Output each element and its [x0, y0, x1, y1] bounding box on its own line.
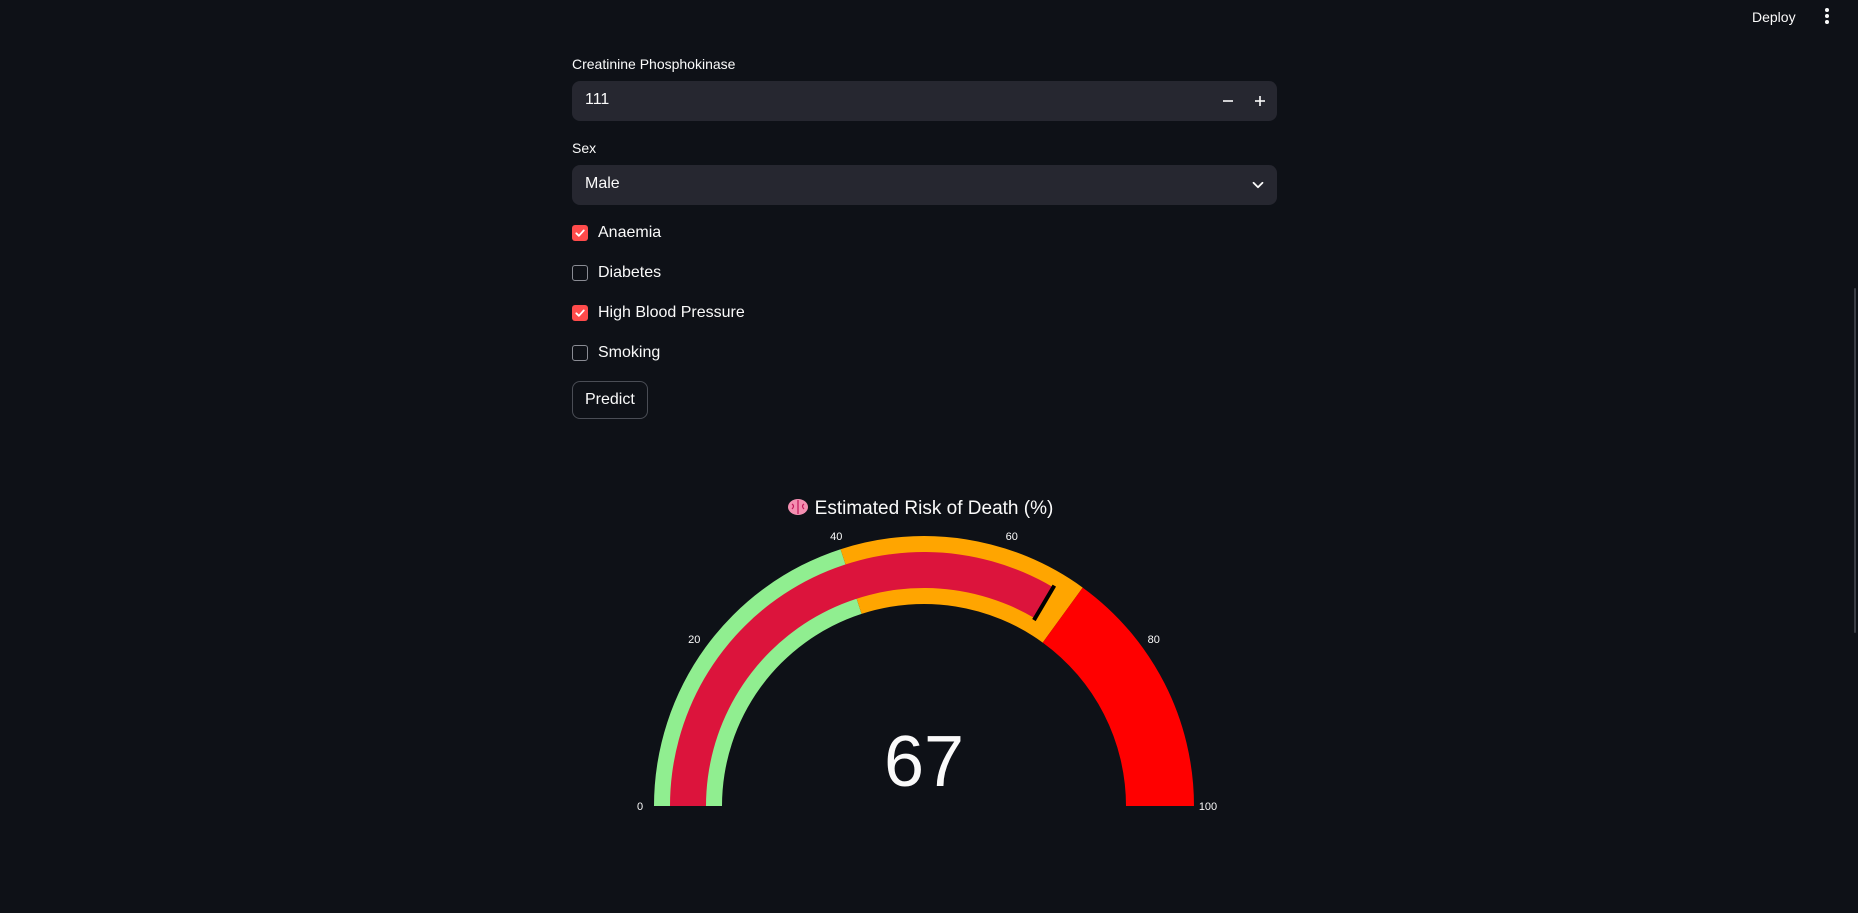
checkbox-label: Smoking [598, 344, 661, 361]
checkbox-checked-icon[interactable] [572, 305, 588, 321]
checkbox-anaemia[interactable]: Anaemia [572, 221, 661, 245]
plus-icon [1255, 96, 1265, 106]
decrement-button[interactable] [1212, 81, 1244, 121]
scrollbar[interactable] [1854, 288, 1856, 633]
checkbox-diabetes[interactable]: Diabetes [572, 261, 661, 285]
increment-button[interactable] [1244, 81, 1276, 121]
deploy-button[interactable]: Deploy [1752, 9, 1796, 25]
chevron-down-icon [1252, 181, 1264, 189]
sex-label: Sex [572, 140, 597, 156]
cpk-value[interactable]: 111 [585, 91, 609, 109]
gauge-value-bar [670, 552, 1054, 806]
predict-button[interactable]: Predict [572, 381, 648, 419]
gauge-tick-label: 20 [688, 634, 700, 646]
checkbox-smoking[interactable]: Smoking [572, 341, 660, 365]
gauge-title-text: Estimated Risk of Death (%) [814, 498, 1054, 519]
checkbox-unchecked-icon[interactable] [572, 345, 588, 361]
header: Deploy [0, 0, 1858, 38]
checkbox-label: High Blood Pressure [598, 304, 745, 321]
checkbox-unchecked-icon[interactable] [572, 265, 588, 281]
risk-gauge-chart: Estimated Risk of Death (%) 0 20 40 60 80 100… [600, 480, 1240, 820]
sex-select[interactable]: Male [572, 165, 1277, 205]
gauge-tick-label: 40 [830, 531, 842, 543]
gauge-tick-label: 80 [1148, 634, 1160, 646]
checkmark-icon [575, 229, 585, 237]
cpk-number-input[interactable]: 111 [572, 81, 1277, 121]
checkbox-checked-icon[interactable] [572, 225, 588, 241]
sex-selected-value: Male [585, 175, 620, 192]
checkbox-label: Diabetes [598, 264, 662, 281]
gauge-tick-label: 0 [637, 801, 643, 813]
checkbox-high-blood-pressure[interactable]: High Blood Pressure [572, 301, 745, 325]
minus-icon [1223, 100, 1233, 102]
gauge-title: Estimated Risk of Death (%) [600, 498, 1240, 520]
checkbox-label: Anaemia [598, 224, 662, 241]
cpk-label: Creatinine Phosphokinase [572, 56, 736, 72]
gauge-tick-label: 100 [1199, 801, 1217, 813]
brain-icon [787, 499, 808, 515]
gauge-tick-label: 60 [1006, 531, 1018, 543]
gauge-step-2 [1042, 587, 1194, 806]
gauge-value-number: 67 [884, 722, 964, 802]
gauge-svg: 0 20 40 60 80 100 67 [637, 531, 1217, 813]
checkmark-icon [575, 309, 585, 317]
app: Deploy Creatinine Phosphokinase 111 Sex [0, 0, 1858, 913]
kebab-menu-icon[interactable] [1822, 8, 1832, 28]
